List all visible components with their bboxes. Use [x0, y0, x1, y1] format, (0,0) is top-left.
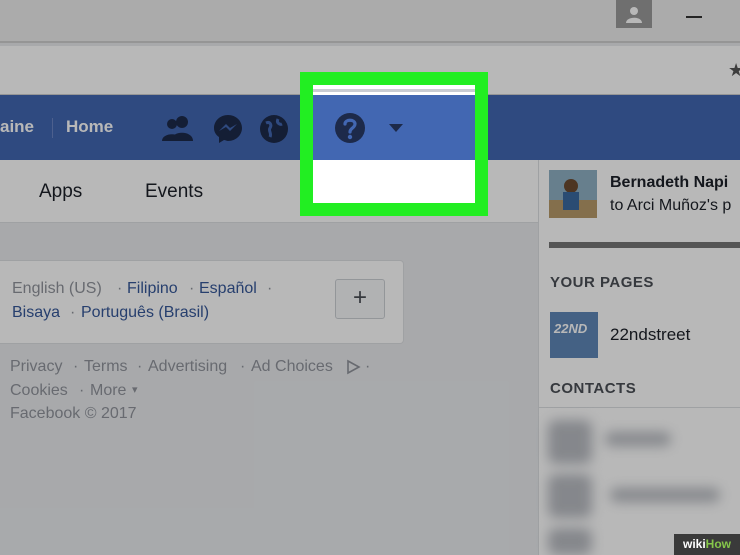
language-bisaya-link[interactable]: Bisaya: [12, 304, 60, 322]
footer-cookies-link[interactable]: Cookies: [10, 382, 68, 400]
messenger-icon[interactable]: [212, 113, 244, 145]
footer-separator: ·: [240, 358, 246, 375]
title-bar-divider: [0, 41, 740, 43]
footer-advertising-link[interactable]: Advertising: [148, 358, 227, 376]
footer-separator: ·: [365, 358, 371, 375]
page-name-link[interactable]: 22ndstreet: [610, 325, 690, 345]
contact-avatar[interactable]: [548, 420, 592, 464]
language-filipino-link[interactable]: Filipino: [127, 280, 178, 298]
language-espanol-link[interactable]: Español: [199, 280, 257, 298]
language-current: English (US): [12, 280, 102, 297]
footer-separator: ·: [137, 358, 143, 375]
more-caret-icon[interactable]: ▾: [132, 383, 138, 396]
language-separator: ·: [70, 304, 76, 321]
footer-separator: ·: [79, 382, 85, 399]
footer-ad-choices-link[interactable]: Ad Choices: [251, 358, 333, 376]
window-minimize-icon[interactable]: [686, 16, 702, 18]
nav-divider: [52, 118, 53, 138]
notification-avatar[interactable]: [549, 170, 597, 218]
notification-cutoff-row: [549, 242, 740, 248]
wikihow-watermark: wikiHow: [674, 534, 740, 555]
language-separator: ·: [117, 280, 123, 297]
add-language-button[interactable]: +: [335, 279, 385, 319]
nav-profile-name[interactable]: aine: [0, 117, 34, 137]
contacts-divider: [538, 407, 740, 408]
browser-profile-avatar-icon[interactable]: [616, 0, 652, 28]
help-question-icon[interactable]: [334, 112, 366, 144]
nav-home-link[interactable]: Home: [66, 117, 113, 137]
language-portugues-link[interactable]: Português (Brasil): [81, 304, 209, 322]
tab-apps[interactable]: Apps: [39, 181, 82, 203]
tab-events[interactable]: Events: [145, 181, 203, 203]
friend-requests-icon[interactable]: [160, 113, 196, 143]
language-separator: ·: [267, 280, 273, 297]
contact-avatar[interactable]: [548, 528, 592, 555]
contacts-header: CONTACTS: [550, 380, 637, 397]
ad-choices-icon[interactable]: [345, 359, 361, 375]
notification-text[interactable]: to Arci Muñoz's p: [610, 197, 731, 215]
bookmark-star-icon[interactable]: ★: [728, 60, 740, 81]
contact-avatar[interactable]: [548, 474, 592, 518]
page-thumbnail[interactable]: 22ND: [550, 312, 598, 358]
footer-privacy-link[interactable]: Privacy: [10, 358, 62, 376]
contact-name[interactable]: [605, 432, 671, 446]
notification-name[interactable]: Bernadeth Napi: [610, 174, 728, 192]
contact-name[interactable]: [610, 488, 720, 502]
footer-copyright: Facebook © 2017: [10, 405, 137, 422]
watermark-wiki: wiki: [682, 537, 706, 551]
highlight-address-bar-strip: [313, 89, 475, 92]
account-menu-dropdown-icon[interactable]: [387, 122, 405, 134]
watermark-how: How: [705, 537, 732, 551]
footer-separator: ·: [73, 358, 79, 375]
footer-terms-link[interactable]: Terms: [84, 358, 128, 376]
language-separator: ·: [189, 280, 195, 297]
notifications-globe-icon[interactable]: [258, 113, 290, 145]
your-pages-header: YOUR PAGES: [550, 274, 654, 291]
footer-more-link[interactable]: More: [90, 382, 126, 400]
page-thumbnail-text: 22ND: [554, 321, 588, 336]
